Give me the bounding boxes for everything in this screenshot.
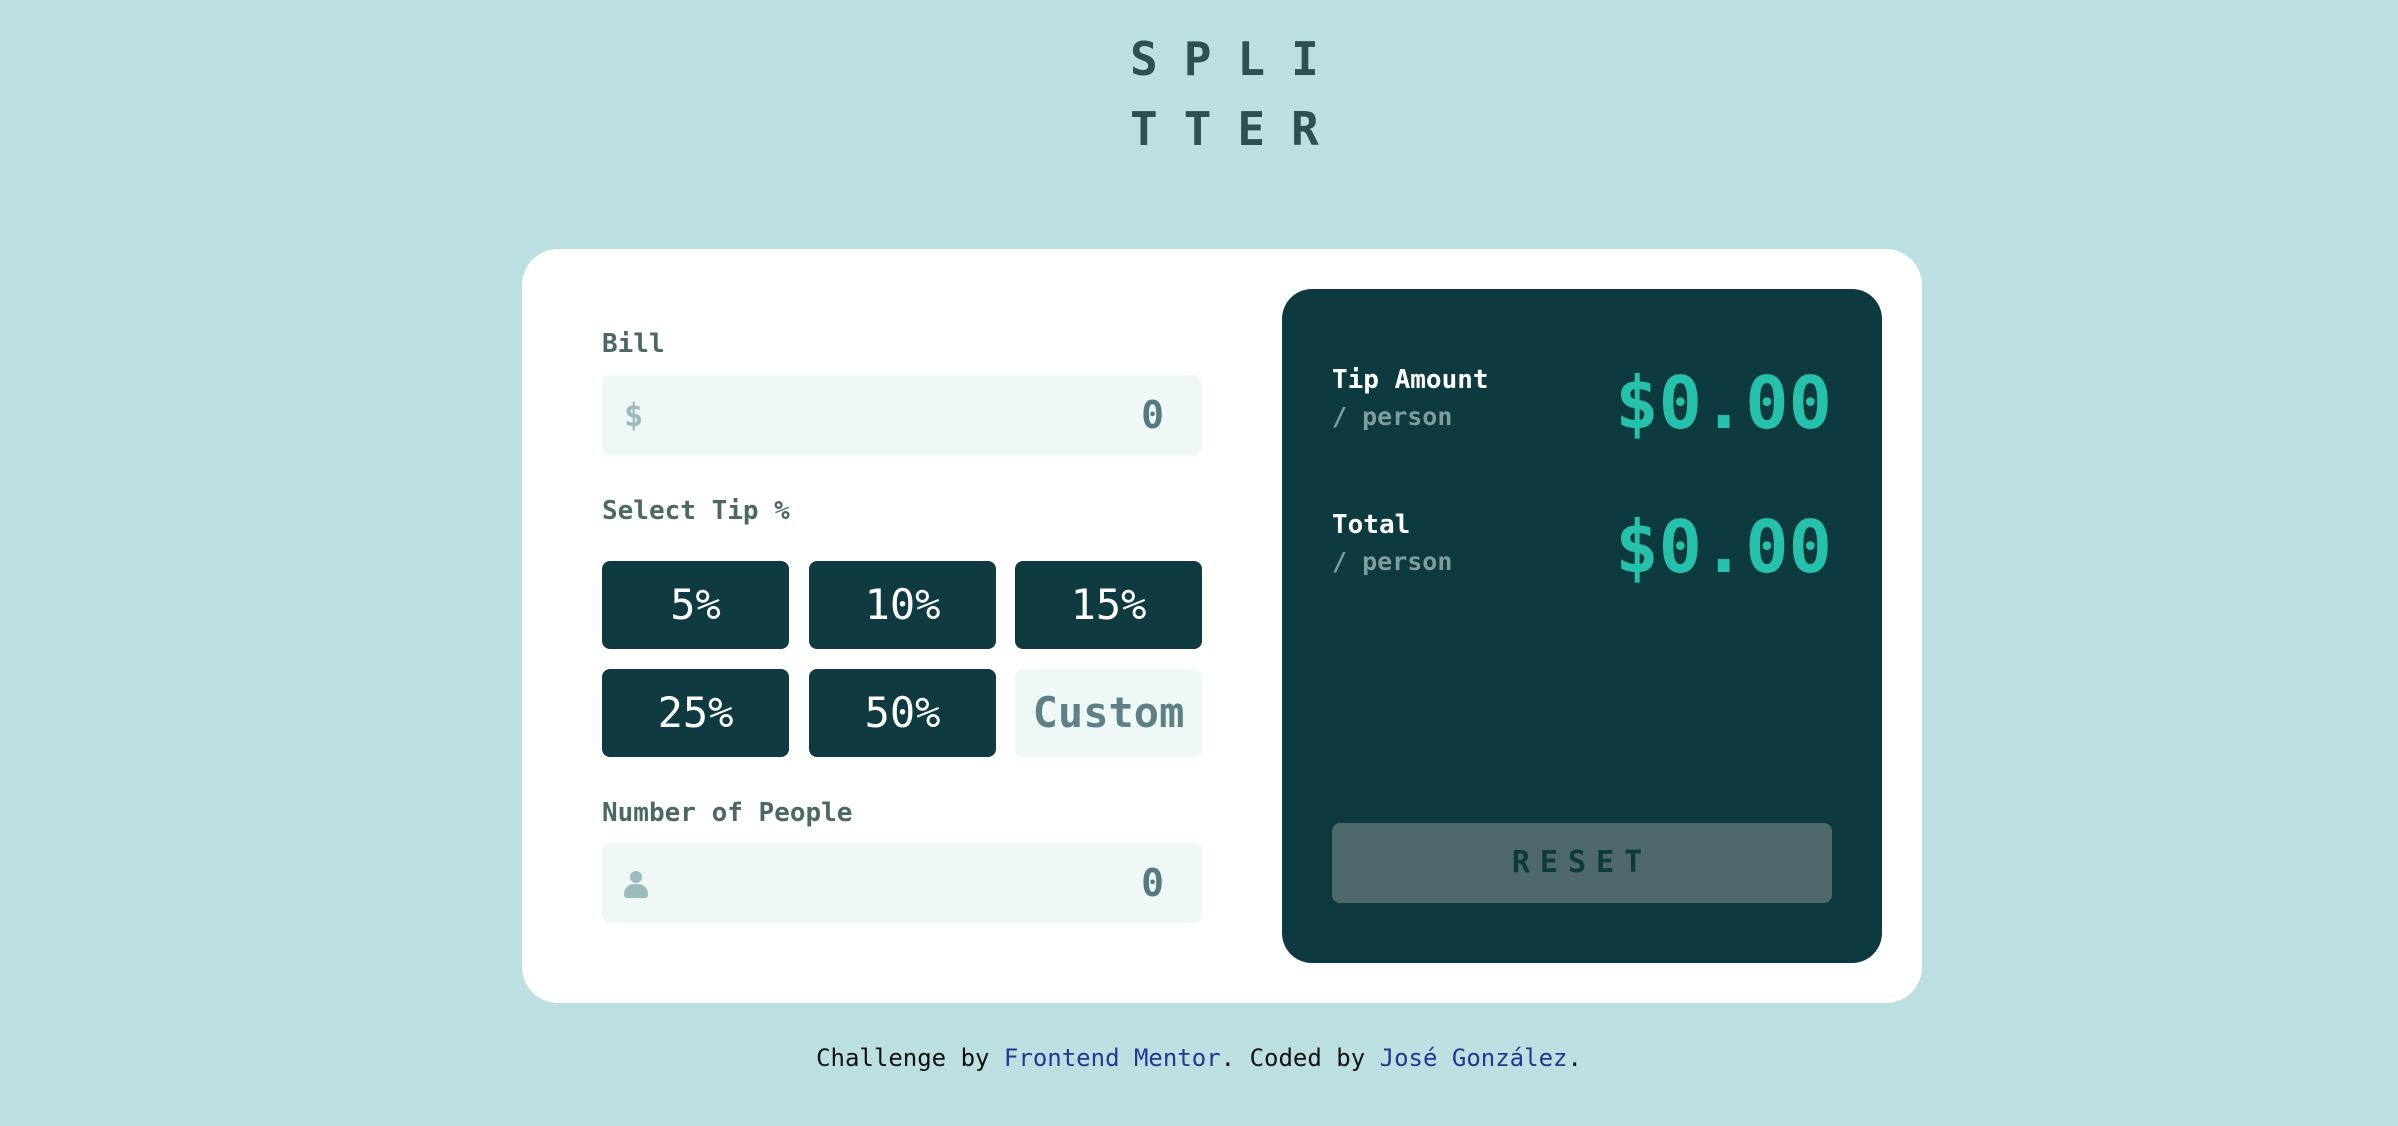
people-value: 0 <box>1141 861 1164 905</box>
bill-value: 0 <box>1141 393 1164 437</box>
reset-button[interactable]: RESET <box>1332 823 1832 903</box>
tip-button-25[interactable]: 25% <box>602 669 789 757</box>
tip-amount-value: $0.00 <box>1615 361 1832 445</box>
total-label: Total <box>1332 510 1411 540</box>
person-icon <box>624 869 648 901</box>
footer-suffix: . <box>1567 1044 1582 1072</box>
tip-button-5[interactable]: 5% <box>602 561 789 649</box>
app-logo: SPLI TTER <box>1130 24 1330 164</box>
tip-button-50[interactable]: 50% <box>809 669 996 757</box>
tip-amount-label: Tip Amount <box>1332 365 1489 395</box>
footer: Challenge by Frontend Mentor. Coded by J… <box>0 1044 2398 1072</box>
total-value: $0.00 <box>1615 505 1832 589</box>
tip-button-15[interactable]: 15% <box>1015 561 1202 649</box>
footer-middle: . Coded by <box>1220 1044 1380 1072</box>
results-panel: Tip Amount / person $0.00 Total / person… <box>1282 289 1882 963</box>
custom-tip-input[interactable]: Custom <box>1015 669 1202 757</box>
bill-input[interactable]: $ 0 <box>602 375 1202 455</box>
logo-line-2: TTER <box>1130 102 1345 156</box>
bill-label: Bill <box>602 329 665 359</box>
calculator-card: Bill $ 0 Select Tip % 5% 10% 15% 25% 50%… <box>522 249 1922 1003</box>
frontend-mentor-link[interactable]: Frontend Mentor <box>1004 1044 1221 1072</box>
select-tip-label: Select Tip % <box>602 496 790 526</box>
author-link[interactable]: José González <box>1380 1044 1568 1072</box>
tip-button-10[interactable]: 10% <box>809 561 996 649</box>
tip-amount-sub: / person <box>1332 402 1453 431</box>
people-label: Number of People <box>602 798 853 828</box>
people-input[interactable]: 0 <box>602 843 1202 923</box>
logo-line-1: SPLI <box>1130 32 1345 86</box>
total-sub: / person <box>1332 547 1453 576</box>
footer-prefix: Challenge by <box>816 1044 1004 1072</box>
dollar-icon: $ <box>624 396 644 434</box>
